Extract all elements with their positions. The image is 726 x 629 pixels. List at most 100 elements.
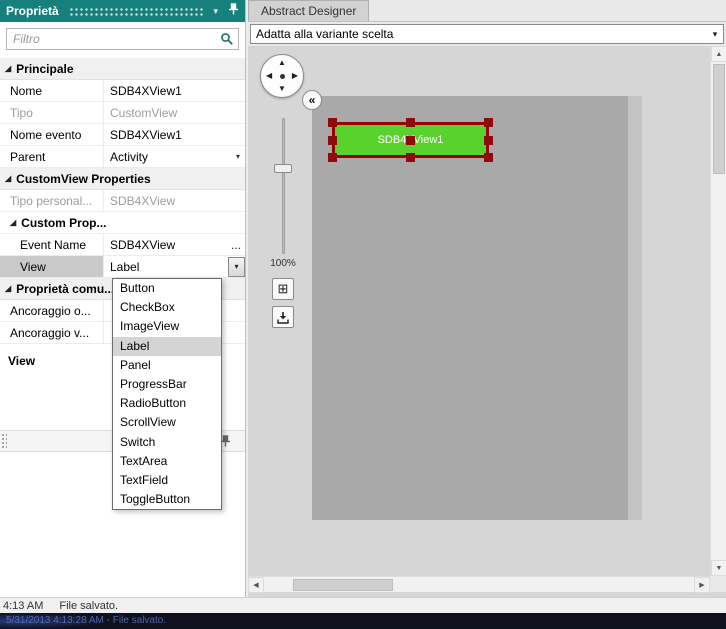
selection-handle[interactable] bbox=[484, 153, 493, 162]
fit-screen-icon: ⊞ bbox=[277, 281, 289, 296]
prop-value-ellipsis[interactable]: SDB4XView ... bbox=[104, 234, 245, 255]
search-icon[interactable] bbox=[220, 32, 234, 46]
prop-value-combo[interactable]: Label ▾ bbox=[104, 256, 245, 277]
selection-handle[interactable] bbox=[328, 118, 337, 127]
dropdown-item-label[interactable]: Label bbox=[113, 336, 221, 356]
dropdown-item-checkbox[interactable]: CheckBox bbox=[113, 298, 221, 317]
filter-input[interactable] bbox=[6, 28, 239, 50]
selection-handle[interactable] bbox=[484, 135, 493, 145]
status-message: File salvato. bbox=[59, 599, 119, 612]
drag-grip-icon[interactable] bbox=[68, 6, 204, 16]
prop-label: Tipo bbox=[0, 102, 104, 123]
pan-down-icon[interactable]: ▼ bbox=[278, 85, 286, 93]
designer-canvas[interactable] bbox=[312, 96, 628, 520]
selection-handle[interactable] bbox=[406, 118, 415, 127]
variant-selector-value: Adatta alla variante scelta bbox=[256, 27, 394, 41]
prop-label: Event Name bbox=[0, 234, 104, 255]
fit-to-screen-button[interactable]: ⊞ bbox=[272, 278, 294, 300]
pan-up-icon[interactable]: ▲ bbox=[278, 59, 286, 67]
dropdown-arrow-icon[interactable]: ▾ bbox=[707, 29, 723, 40]
prop-value: SDB4XView bbox=[110, 193, 176, 208]
expand-triangle-icon: ◢ bbox=[5, 284, 12, 293]
chevron-down-icon[interactable]: ▾ bbox=[213, 6, 218, 17]
dropdown-item-button[interactable]: Button bbox=[113, 279, 221, 298]
abstract-designer-panel: Abstract Designer Adatta alla variante s… bbox=[248, 0, 726, 597]
designer-tabstrip: Abstract Designer bbox=[248, 0, 726, 22]
scroll-up-button[interactable]: ▲ bbox=[711, 46, 726, 62]
vertical-scrollbar-thumb[interactable] bbox=[713, 64, 725, 174]
import-button[interactable] bbox=[272, 306, 294, 328]
prop-row-nome-evento[interactable]: Nome evento SDB4XView1 bbox=[0, 124, 245, 146]
tab-abstract-designer[interactable]: Abstract Designer bbox=[248, 0, 370, 21]
prop-row-tipo: Tipo CustomView bbox=[0, 102, 245, 124]
pan-center-dot[interactable] bbox=[279, 73, 285, 79]
section-customview-properties[interactable]: ◢ CustomView Properties bbox=[0, 168, 245, 190]
expand-triangle-icon: ◢ bbox=[5, 64, 12, 73]
selection-center-handle[interactable] bbox=[406, 135, 415, 145]
selection-handle[interactable] bbox=[328, 135, 337, 145]
view-type-dropdown: Button CheckBox ImageView Label Panel Pr… bbox=[112, 278, 222, 511]
prop-label: Nome evento bbox=[0, 124, 104, 145]
properties-panel-header[interactable]: Proprietà ▾ bbox=[0, 0, 245, 22]
group-custom-properties[interactable]: ◢ Custom Prop... bbox=[0, 212, 245, 234]
ellipsis-button[interactable]: ... bbox=[231, 238, 241, 252]
expand-triangle-icon: ◢ bbox=[5, 174, 12, 183]
combo-dropdown-button[interactable]: ▾ bbox=[228, 256, 245, 277]
designer-surface[interactable]: SDB4XView1 ▲ ▼ ◀ ▶ « bbox=[248, 46, 726, 597]
variant-combo-row: Adatta alla variante scelta ▾ bbox=[248, 22, 726, 46]
dropdown-arrow-icon[interactable]: ▾ bbox=[236, 152, 240, 161]
prop-label: Ancoraggio o... bbox=[0, 300, 104, 321]
pin-icon[interactable] bbox=[228, 2, 239, 20]
app-window: Proprietà ▾ ◢ bbox=[0, 0, 726, 629]
dropdown-item-switch[interactable]: Switch bbox=[113, 433, 221, 452]
prop-label-selected[interactable]: View bbox=[0, 256, 104, 277]
prop-row-nome[interactable]: Nome SDB4XView1 bbox=[0, 80, 245, 102]
prop-row-parent[interactable]: Parent Activity ▾ bbox=[0, 146, 245, 168]
zoom-slider[interactable] bbox=[274, 118, 292, 254]
dropdown-item-textfield[interactable]: TextField bbox=[113, 471, 221, 490]
scroll-down-button[interactable]: ▼ bbox=[711, 560, 726, 576]
dropdown-item-progressbar[interactable]: ProgressBar bbox=[113, 375, 221, 394]
dropdown-item-imageview[interactable]: ImageView bbox=[113, 317, 221, 336]
pan-left-icon[interactable]: ◀ bbox=[266, 72, 272, 80]
dropdown-item-panel[interactable]: Panel bbox=[113, 356, 221, 375]
pan-right-icon[interactable]: ▶ bbox=[292, 72, 298, 80]
filter-row bbox=[0, 22, 245, 56]
vertical-scrollbar[interactable]: ▲ ▼ bbox=[710, 46, 726, 576]
properties-panel: Proprietà ▾ ◢ bbox=[0, 0, 246, 597]
group-label: Custom Prop... bbox=[21, 215, 107, 230]
status-bar: 4:13 AM File salvato. bbox=[0, 597, 726, 613]
prop-value[interactable]: SDB4XView1 bbox=[104, 124, 245, 145]
variant-selector[interactable]: Adatta alla variante scelta ▾ bbox=[250, 24, 724, 44]
expand-triangle-icon: ◢ bbox=[10, 218, 17, 227]
selection-handle[interactable] bbox=[484, 118, 493, 127]
selected-view[interactable]: SDB4XView1 bbox=[328, 118, 493, 162]
dropdown-item-scrollview[interactable]: ScrollView bbox=[113, 413, 221, 432]
dropdown-item-radiobutton[interactable]: RadioButton bbox=[113, 394, 221, 413]
import-icon bbox=[277, 311, 289, 324]
scroll-left-button[interactable]: ◀ bbox=[248, 577, 264, 593]
prop-row-view[interactable]: View Label ▾ bbox=[0, 256, 245, 278]
prop-value-text: Label bbox=[110, 259, 140, 274]
collapse-toolbar-button[interactable]: « bbox=[302, 90, 322, 110]
section-label: Proprietà comu... bbox=[16, 281, 115, 296]
pan-control[interactable]: ▲ ▼ ◀ ▶ bbox=[260, 54, 304, 98]
scroll-right-button[interactable]: ▶ bbox=[694, 577, 710, 593]
section-label: Principale bbox=[16, 61, 74, 76]
zoom-slider-track[interactable] bbox=[281, 118, 285, 254]
zoom-slider-thumb[interactable] bbox=[274, 164, 292, 173]
section-principale[interactable]: ◢ Principale bbox=[0, 58, 245, 80]
horizontal-scrollbar-thumb[interactable] bbox=[293, 579, 393, 591]
dropdown-item-textarea[interactable]: TextArea bbox=[113, 452, 221, 471]
horizontal-scrollbar[interactable]: ◀ ▶ bbox=[248, 576, 710, 593]
prop-value-dropdown[interactable]: Activity ▾ bbox=[104, 146, 245, 167]
drag-grip-icon[interactable] bbox=[1, 433, 7, 449]
prop-label: Ancoraggio v... bbox=[0, 322, 104, 343]
selection-handle[interactable] bbox=[328, 153, 337, 162]
properties-panel-title: Proprietà bbox=[6, 4, 59, 18]
selection-handle[interactable] bbox=[406, 153, 415, 162]
prop-value[interactable]: SDB4XView1 bbox=[104, 80, 245, 101]
prop-row-event-name[interactable]: Event Name SDB4XView ... bbox=[0, 234, 245, 256]
dropdown-item-togglebutton[interactable]: ToggleButton bbox=[113, 490, 221, 509]
prop-value-text: SDB4XView bbox=[110, 237, 176, 252]
